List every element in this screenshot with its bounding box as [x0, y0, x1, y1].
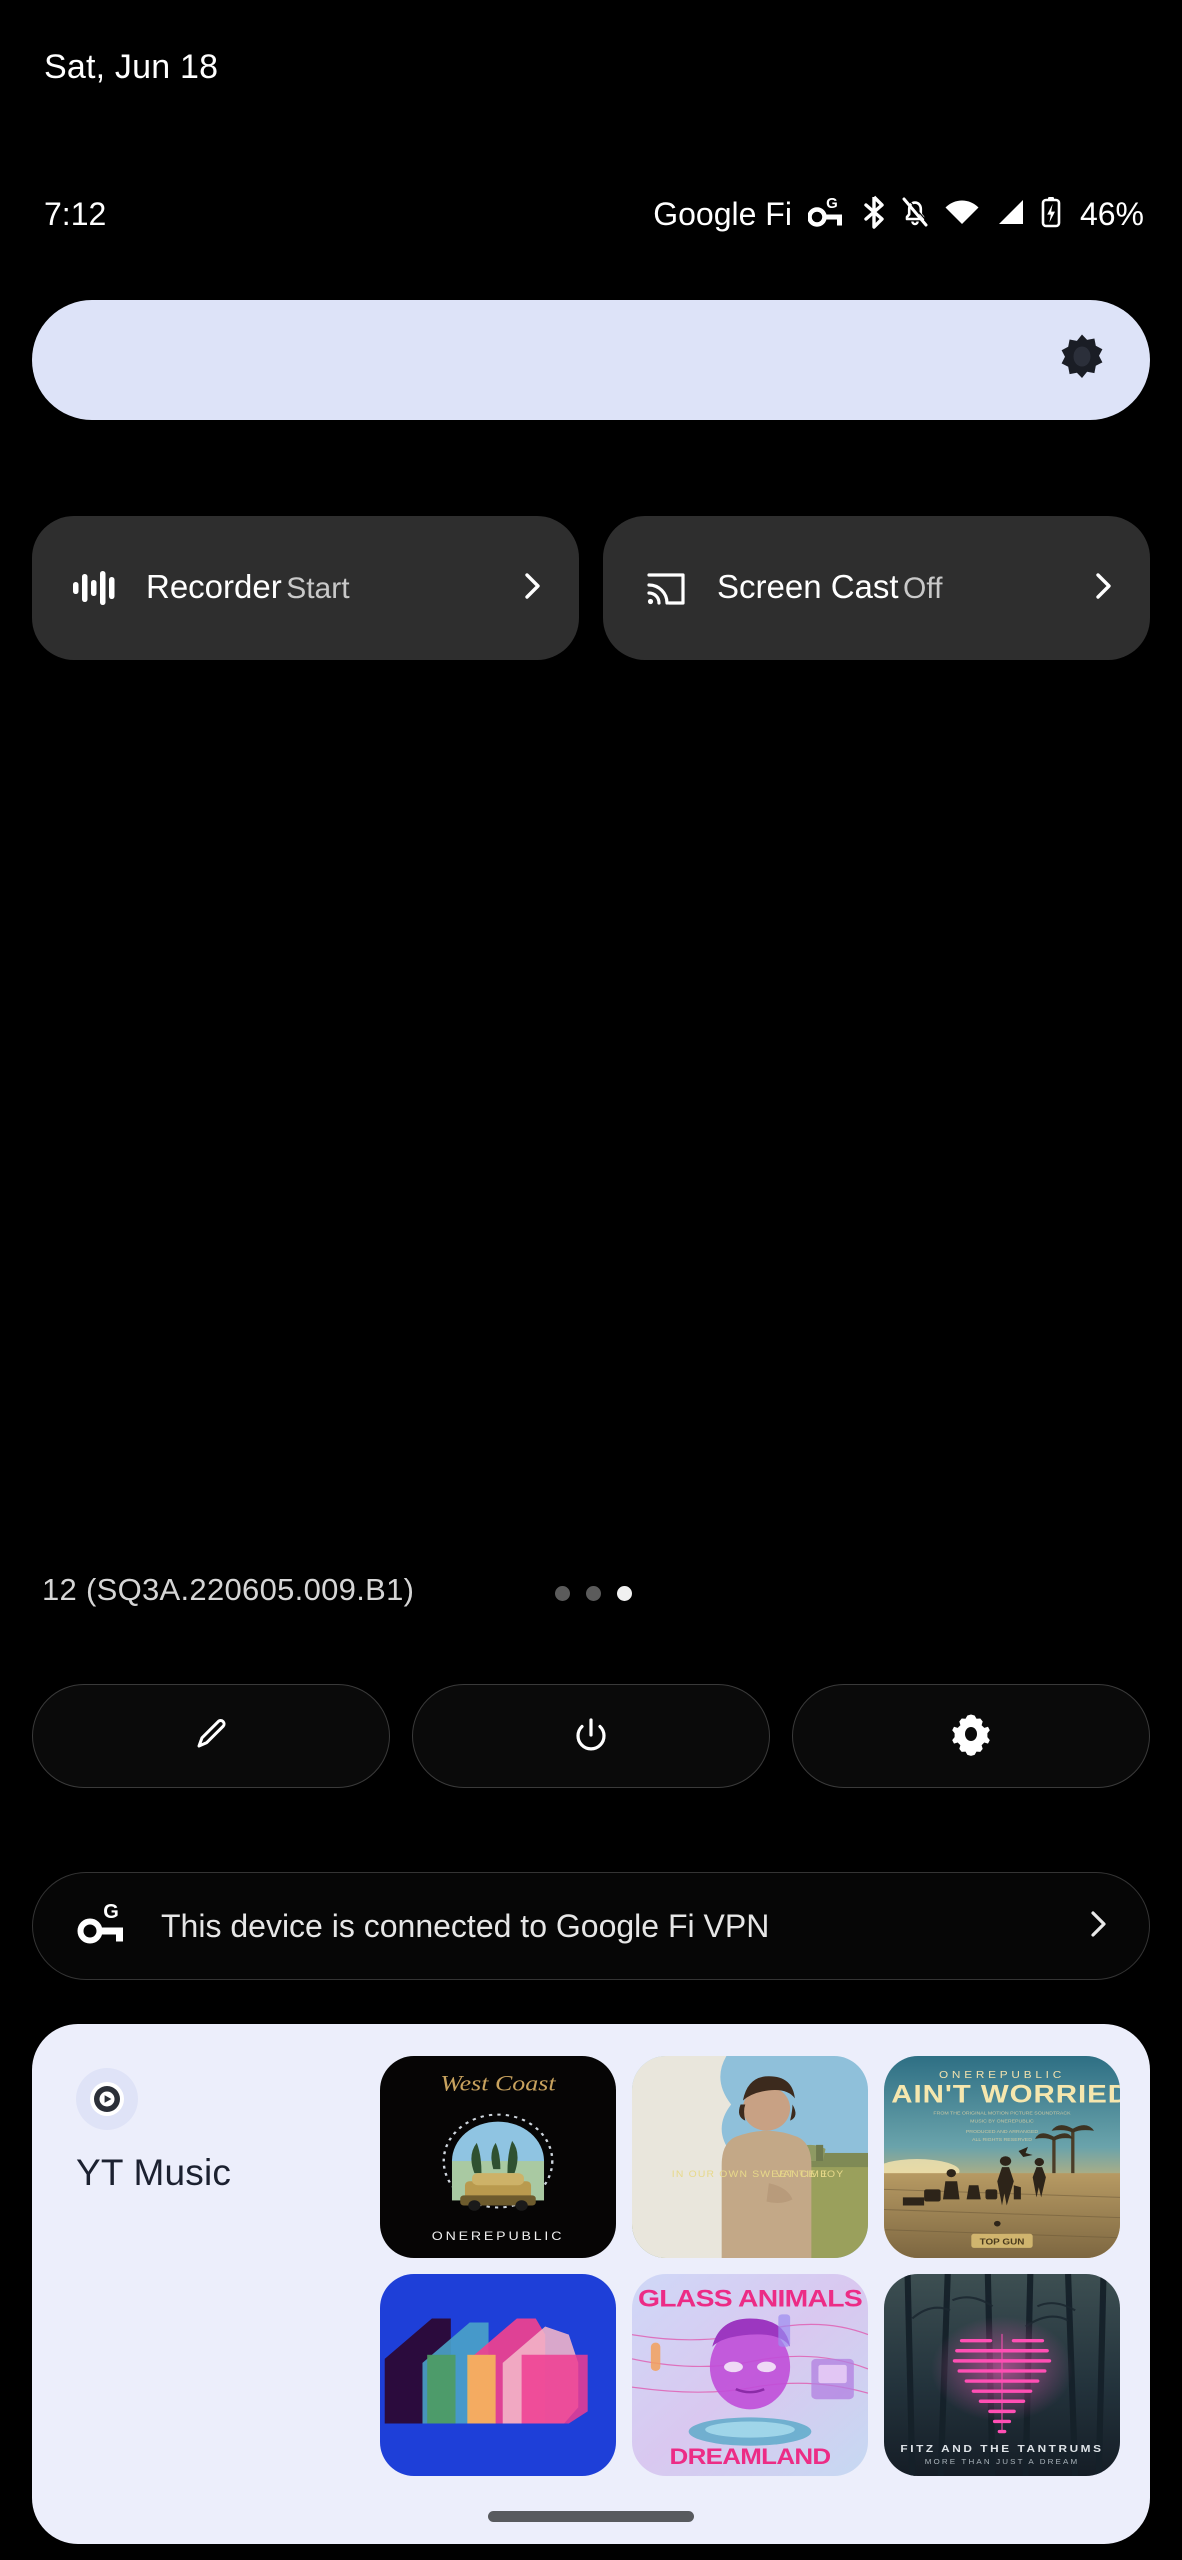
footer-row: 12 (SQ3A.220605.009.B1) [0, 1572, 1182, 1628]
svg-text:DREAMLAND: DREAMLAND [670, 2445, 831, 2470]
home-indicator[interactable] [488, 2511, 694, 2522]
svg-text:G: G [103, 1901, 119, 1923]
vpn-key-google-icon: G [807, 195, 848, 234]
tile-screen-cast-text: Screen Cast Off [717, 568, 1086, 608]
cast-icon [637, 561, 695, 615]
album-art-blue-thumbs-abstract[interactable] [380, 2274, 616, 2476]
tile-recorder-subtitle: Start [286, 572, 350, 606]
settings-button[interactable] [792, 1684, 1150, 1788]
tile-recorder-text: Recorder Start [146, 568, 515, 608]
svg-text:ALL RIGHTS RESERVED: ALL RIGHTS RESERVED [972, 2137, 1033, 2143]
media-app-name: YT Music [76, 2152, 232, 2193]
power-button[interactable] [412, 1684, 770, 1788]
power-icon [569, 1712, 613, 1761]
svg-text:FITZ AND THE TANTRUMS: FITZ AND THE TANTRUMS [900, 2443, 1103, 2454]
album-art-more-than-just-a-dream-fitz[interactable]: FITZ AND THE TANTRUMS MORE THAN JUST A D… [884, 2274, 1120, 2476]
cell-signal-icon [994, 195, 1026, 234]
svg-text:ONEREPUBLIC: ONEREPUBLIC [432, 2229, 564, 2243]
yt-music-play-icon [76, 2068, 138, 2130]
media-panel[interactable]: YT Music West Coast ONEREPUBLIC IN OUR O… [32, 2024, 1150, 2544]
chevron-right-icon[interactable] [515, 569, 549, 608]
page-dot-1[interactable] [555, 1586, 570, 1601]
album-art-dreamland-glass-animals[interactable]: GLASS ANIMALS DREAMLAND [632, 2274, 868, 2476]
bluetooth-icon [861, 195, 887, 234]
battery-percent-label: 46% [1079, 195, 1144, 232]
svg-text:VANCE JOY: VANCE JOY [776, 2170, 845, 2180]
audio-waveform-icon [66, 561, 124, 615]
vpn-status-label: This device is connected to Google Fi VP… [161, 1907, 770, 1944]
vpn-key-google-icon: G [77, 1900, 133, 1953]
tile-screen-cast-subtitle: Off [903, 572, 943, 606]
svg-text:MORE THAN JUST A DREAM: MORE THAN JUST A DREAM [925, 2457, 1080, 2465]
tile-screen-cast[interactable]: Screen Cast Off [603, 516, 1150, 660]
quick-tiles: Recorder Start Screen Cast Off [32, 516, 1150, 660]
build-version-label: 12 (SQ3A.220605.009.B1) [42, 1572, 415, 1607]
wifi-icon [943, 195, 981, 234]
brightness-slider[interactable] [32, 300, 1150, 420]
tile-recorder[interactable]: Recorder Start [32, 516, 579, 660]
svg-text:GLASS ANIMALS: GLASS ANIMALS [638, 2284, 862, 2312]
status-clock: 7:12 [44, 195, 107, 232]
svg-text:MUSIC BY ONEREPUBLIC: MUSIC BY ONEREPUBLIC [970, 2119, 1034, 2125]
tile-screen-cast-title: Screen Cast [717, 568, 899, 606]
tile-recorder-title: Recorder [146, 568, 282, 606]
status-icons: Google Fi G 46% [653, 195, 1144, 234]
gear-icon [948, 1711, 994, 1762]
notifications-off-icon [900, 195, 930, 234]
chevron-right-icon[interactable] [1081, 1907, 1115, 1946]
svg-text:G: G [826, 195, 838, 212]
svg-text:PRODUCED AND ARRANGED: PRODUCED AND ARRANGED [966, 2129, 1039, 2135]
album-art-in-our-own-sweet-time-vance-joy[interactable]: IN OUR OWN SWEET TIME VANCE JOY [632, 2056, 868, 2258]
vpn-status-row[interactable]: G This device is connected to Google Fi … [32, 1872, 1150, 1980]
svg-text:TOP GUN: TOP GUN [980, 2237, 1025, 2246]
brightness-icon [1056, 332, 1108, 389]
battery-charging-icon [1039, 195, 1063, 234]
action-buttons [32, 1684, 1150, 1788]
album-art-west-coast-onerepublic[interactable]: West Coast ONEREPUBLIC [380, 2056, 616, 2258]
page-dot-3[interactable] [617, 1586, 632, 1601]
album-art-i-aint-worried-onerepublic[interactable]: ONEREPUBLIC I AIN'T WORRIED FROM THE ORI… [884, 2056, 1120, 2258]
album-art-grid: West Coast ONEREPUBLIC IN OUR OWN SWEET … [380, 2056, 1120, 2476]
svg-text:West Coast: West Coast [440, 2071, 557, 2096]
svg-text:I AIN'T WORRIED: I AIN'T WORRIED [884, 2079, 1120, 2108]
media-app-info: YT Music [76, 2068, 376, 2194]
page-dot-2[interactable] [586, 1586, 601, 1601]
edit-button[interactable] [32, 1684, 390, 1788]
carrier-label: Google Fi [653, 195, 792, 232]
chevron-right-icon[interactable] [1086, 569, 1120, 608]
svg-text:FROM THE ORIGINAL MOTION PICTU: FROM THE ORIGINAL MOTION PICTURE SOUNDTR… [933, 2111, 1071, 2117]
pencil-icon [189, 1712, 233, 1761]
status-bar: 7:12 Google Fi G 46% [0, 186, 1182, 242]
page-indicator [555, 1586, 632, 1601]
date-label: Sat, Jun 18 [44, 48, 219, 86]
